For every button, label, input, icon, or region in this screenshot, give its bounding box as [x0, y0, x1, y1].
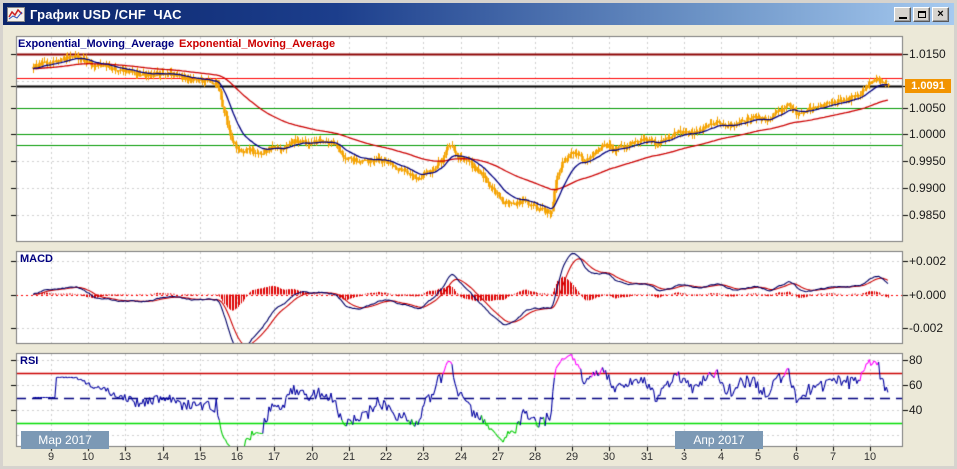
date-label: 15 [193, 451, 207, 463]
price-panel[interactable] [16, 36, 903, 242]
month-tag-mar-2017: Мар 2017 [21, 431, 109, 449]
price-tick-label: 1.0050 [909, 101, 946, 115]
chart-window: График USD /CHF ЧАС × Exponential_Moving… [0, 0, 957, 469]
date-label: 20 [305, 451, 319, 463]
date-label: 10 [81, 451, 95, 463]
date-label: 17 [267, 451, 281, 463]
date-label: 13 [118, 451, 132, 463]
date-label: 3 [680, 451, 688, 463]
date-label: 24 [454, 451, 468, 463]
month-tag-apr-2017: Апр 2017 [675, 431, 763, 449]
date-label: 29 [565, 451, 579, 463]
date-label: 14 [156, 451, 170, 463]
date-label: 28 [528, 451, 542, 463]
date-label: 10 [863, 451, 877, 463]
macd-tick-label: -0.002 [909, 321, 944, 335]
date-label: 30 [602, 451, 616, 463]
price-tick-label: 1.0000 [909, 127, 946, 141]
price-tick-label: 1.0150 [909, 47, 946, 61]
macd-tick-label: +0.002 [909, 254, 947, 268]
date-label: 27 [491, 451, 505, 463]
date-label: 23 [416, 451, 430, 463]
rsi-tick-label: 60 [909, 378, 923, 392]
rsi-panel-title: RSI [20, 355, 39, 367]
date-label: 16 [230, 451, 244, 463]
current-price-tag: 1.0091 [905, 79, 951, 93]
rsi-tick-label: 40 [909, 403, 923, 417]
date-label: 6 [792, 451, 800, 463]
ema-slow-legend: Exponential_Moving_Average [179, 38, 336, 50]
macd-panel-title: MACD [20, 253, 53, 265]
date-label: 9 [47, 451, 55, 463]
price-tick-label: 0.9950 [909, 154, 946, 168]
ema-fast-legend: Exponential_Moving_Average [18, 38, 175, 50]
macd-panel[interactable] [16, 251, 903, 344]
date-label: 31 [640, 451, 654, 463]
rsi-tick-label: 80 [909, 353, 923, 367]
price-tick-label: 0.9850 [909, 208, 946, 222]
date-label: 4 [717, 451, 725, 463]
macd-tick-label: +0.000 [909, 288, 947, 302]
date-label: 7 [829, 451, 837, 463]
date-label: 22 [379, 451, 393, 463]
date-label: 21 [342, 451, 356, 463]
price-tick-label: 0.9900 [909, 181, 946, 195]
rsi-panel[interactable] [16, 353, 903, 447]
date-label: 5 [754, 451, 762, 463]
